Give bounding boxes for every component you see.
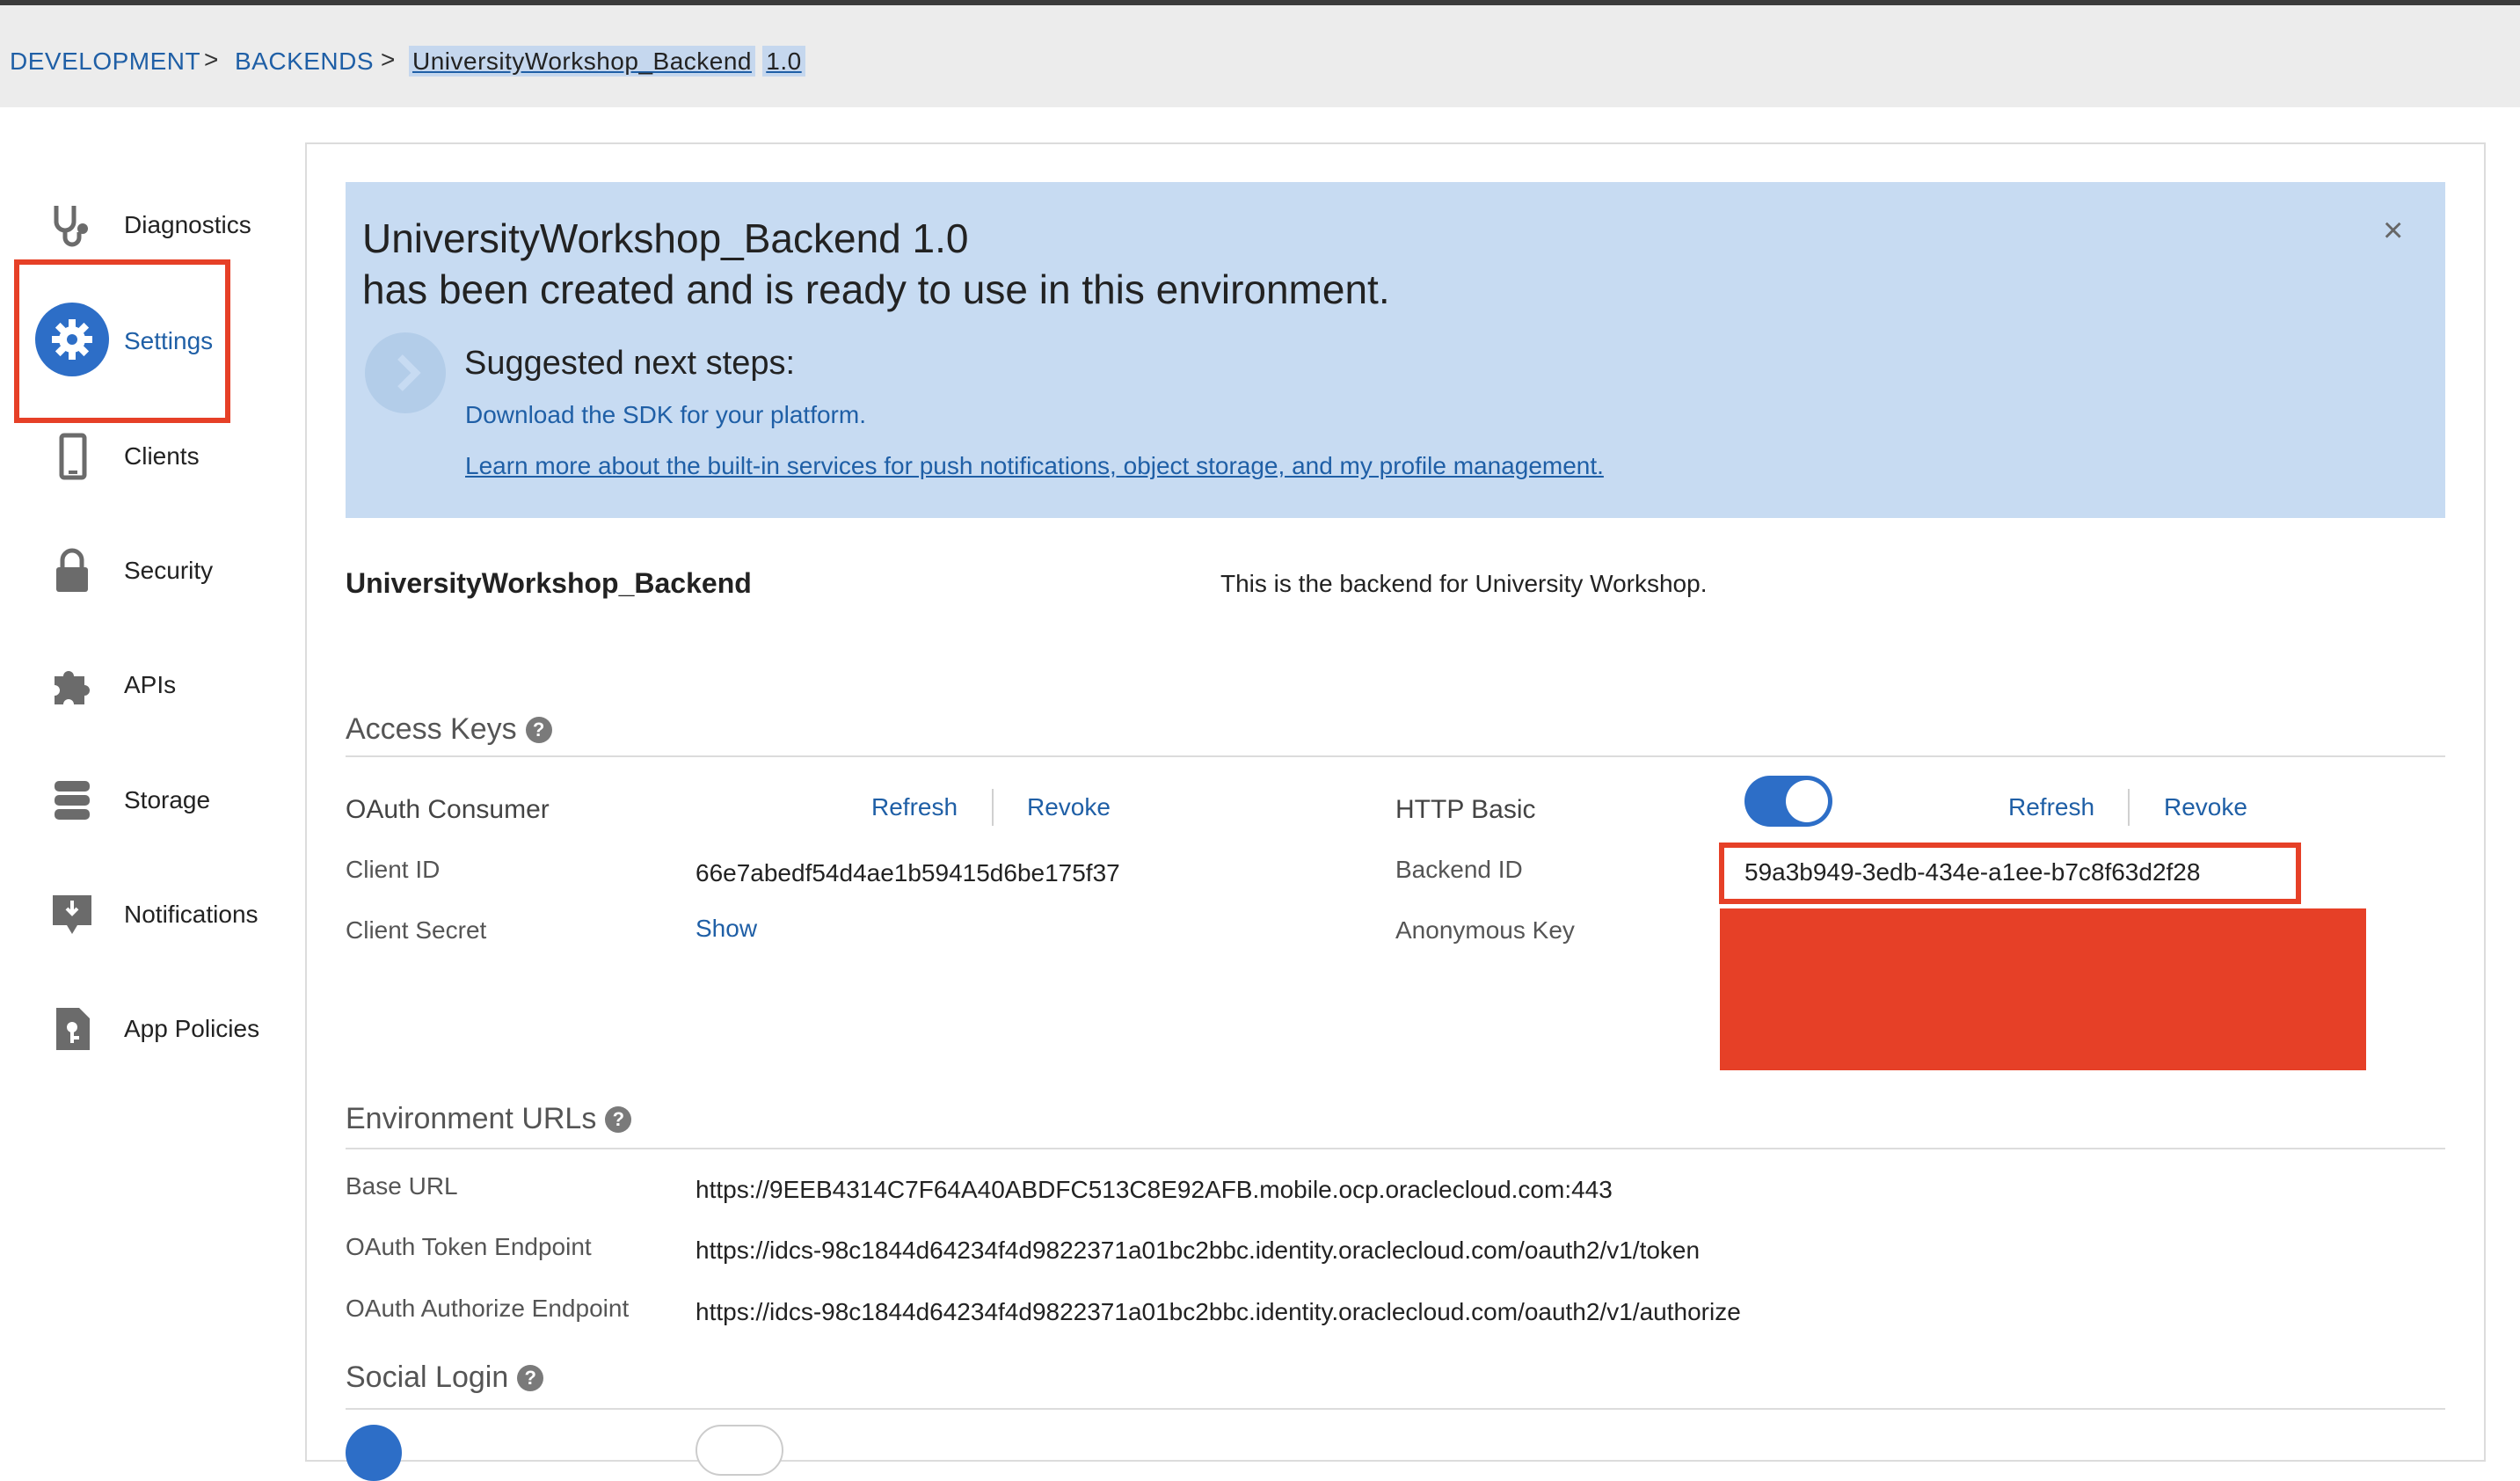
lock-icon	[56, 548, 88, 592]
social-login-title: Social Login	[346, 1361, 509, 1394]
breadcrumb-current-version: 1.0	[762, 46, 805, 77]
download-sdk-link[interactable]: Download the SDK for your platform.	[465, 401, 866, 429]
breadcrumb-separator: >	[381, 46, 396, 73]
http-basic-label: HTTP Basic	[1395, 795, 1536, 824]
close-icon[interactable]: ×	[2383, 211, 2403, 251]
sidebar-item-diagnostics[interactable]: Diagnostics	[35, 186, 290, 266]
show-secret-link[interactable]: Show	[696, 915, 757, 943]
backend-id-label: Backend ID	[1395, 856, 1523, 883]
banner-title-line2: has been created and is ready to use in …	[362, 266, 1390, 312]
banner-title-line1: UniversityWorkshop_Backend 1.0	[362, 215, 969, 261]
separator	[992, 789, 994, 826]
separator	[2128, 789, 2130, 826]
sidebar-item-clients[interactable]: Clients	[35, 418, 290, 497]
puzzle-icon	[55, 671, 90, 704]
backend-description: This is the backend for University Works…	[1220, 570, 1708, 597]
next-steps-title: Suggested next steps:	[464, 345, 796, 382]
breadcrumb: DEVELOPMENT > BACKENDS > UniversityWorks…	[0, 5, 2520, 107]
backend-id-value: 59a3b949-3edb-434e-a1ee-b7c8f63d2f28	[1744, 858, 2201, 886]
breadcrumb-current-name: UniversityWorkshop_Backend	[409, 46, 755, 77]
oauth-refresh-button[interactable]: Refresh	[871, 793, 958, 821]
help-icon[interactable]: ?	[517, 1365, 544, 1391]
breadcrumb-backends[interactable]: BACKENDS	[235, 47, 374, 76]
client-id-label: Client ID	[346, 856, 441, 883]
notification-icon	[53, 895, 91, 934]
environment-urls-heading: Environment URLs?	[346, 1102, 632, 1136]
http-refresh-button[interactable]: Refresh	[2008, 793, 2094, 821]
backend-name: UniversityWorkshop_Backend	[346, 567, 752, 599]
sidebar-item-label: App Policies	[124, 1015, 260, 1042]
sidebar-item-label: APIs	[124, 671, 177, 698]
anonymous-key-redaction	[1720, 908, 2366, 1070]
access-keys-heading: Access Keys?	[346, 712, 552, 747]
divider	[346, 1408, 2445, 1410]
sidebar-item-label: Storage	[124, 786, 211, 813]
sidebar-item-security[interactable]: Security	[35, 532, 290, 611]
oauth-revoke-button[interactable]: Revoke	[1027, 793, 1111, 821]
oauth-consumer-label: OAuth Consumer	[346, 795, 550, 824]
environment-urls-title: Environment URLs	[346, 1102, 597, 1135]
chevron-right-icon	[365, 332, 446, 413]
breadcrumb-separator: >	[204, 46, 219, 73]
base-url-label: Base URL	[346, 1172, 458, 1200]
settings-highlight-box	[14, 259, 230, 423]
sidebar-item-apis[interactable]: APIs	[35, 646, 290, 726]
sidebar-item-label: Clients	[124, 442, 200, 470]
stethoscope-icon	[54, 206, 88, 247]
http-basic-toggle[interactable]	[1744, 776, 1832, 827]
oauth-token-endpoint-value: https://idcs-98c1844d64234f4d9822371a01b…	[696, 1237, 1701, 1264]
http-revoke-button[interactable]: Revoke	[2164, 793, 2247, 821]
sidebar-item-storage[interactable]: Storage	[35, 762, 290, 841]
banner-title: UniversityWorkshop_Backend 1.0 has been …	[362, 213, 1945, 315]
phone-icon	[59, 433, 87, 480]
sidebar-item-label: Notifications	[124, 901, 259, 928]
anonymous-key-label: Anonymous Key	[1395, 916, 1575, 944]
divider	[346, 1148, 2445, 1149]
facebook-icon	[346, 1425, 402, 1481]
breadcrumb-current: UniversityWorkshop_Backend 1.0	[409, 46, 805, 77]
oauth-authorize-endpoint-label: OAuth Authorize Endpoint	[346, 1295, 630, 1322]
learn-more-link[interactable]: Learn more about the built-in services f…	[465, 452, 1604, 480]
divider	[346, 755, 2445, 757]
client-secret-label: Client Secret	[346, 916, 487, 944]
policy-document-icon	[56, 1008, 90, 1050]
client-id-value: 66e7abedf54d4ae1b59415d6be175f37	[696, 859, 1120, 886]
social-login-toggle[interactable]	[696, 1425, 783, 1476]
help-icon[interactable]: ?	[605, 1106, 632, 1133]
access-keys-title: Access Keys	[346, 712, 517, 746]
sidebar-item-notifications[interactable]: Notifications	[35, 876, 290, 955]
oauth-token-endpoint-label: OAuth Token Endpoint	[346, 1233, 592, 1260]
breadcrumb-development[interactable]: DEVELOPMENT	[10, 47, 200, 76]
sidebar-item-label: Security	[124, 557, 214, 584]
help-icon[interactable]: ?	[525, 717, 552, 743]
database-icon	[55, 781, 90, 820]
base-url-value: https://9EEB4314C7F64A40ABDFC513C8E92AFB…	[696, 1176, 1613, 1203]
sidebar-item-app-policies[interactable]: App Policies	[35, 990, 290, 1069]
social-login-heading: Social Login?	[346, 1361, 544, 1395]
oauth-authorize-endpoint-value: https://idcs-98c1844d64234f4d9822371a01b…	[696, 1298, 1741, 1325]
sidebar-item-label: Diagnostics	[124, 211, 251, 238]
toggle-knob	[1786, 780, 1828, 822]
